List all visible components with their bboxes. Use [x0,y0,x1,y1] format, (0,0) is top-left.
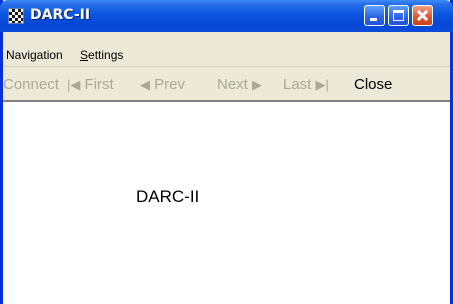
window-title: DARC-II [30,7,91,23]
connect-button[interactable]: Connect [3,76,59,93]
close-icon [413,6,432,25]
menu-navigation[interactable]: Navigation [6,48,63,62]
close-button[interactable]: Close [354,76,392,93]
first-icon: |◀ [67,77,81,92]
content-area: DARC-II [3,100,450,304]
title-bar[interactable]: DARC-II [0,0,453,32]
next-label: Next [217,76,248,93]
app-icon[interactable] [8,8,24,24]
last-icon: ▶| [315,77,329,92]
minimize-button[interactable] [364,5,385,26]
last-label: Last [283,76,312,93]
maximize-button[interactable] [388,5,409,26]
menu-settings[interactable]: Settings [80,48,123,62]
next-icon: ▶ [252,77,263,92]
minimize-icon [370,18,377,21]
maximize-icon [393,10,404,21]
next-button[interactable]: Next ▶ [217,76,262,93]
app-window: DARC-II Navigation Settings Connect |◀ F… [0,0,453,304]
toolbar: Connect |◀ First ◀ Prev Next ▶ Last ▶| C… [3,66,450,101]
prev-button[interactable]: ◀ Prev [140,76,185,93]
prev-icon: ◀ [140,77,150,92]
first-button[interactable]: |◀ First [67,76,114,93]
menu-settings-mnemonic: S [80,48,89,62]
prev-label: Prev [154,76,186,93]
menu-bar: Navigation Settings [3,44,450,66]
first-label: First [84,76,114,93]
menu-settings-label: ettings [88,48,124,62]
content-label: DARC-II [136,187,200,206]
last-button[interactable]: Last ▶| [283,76,329,93]
close-window-button[interactable] [412,5,433,26]
